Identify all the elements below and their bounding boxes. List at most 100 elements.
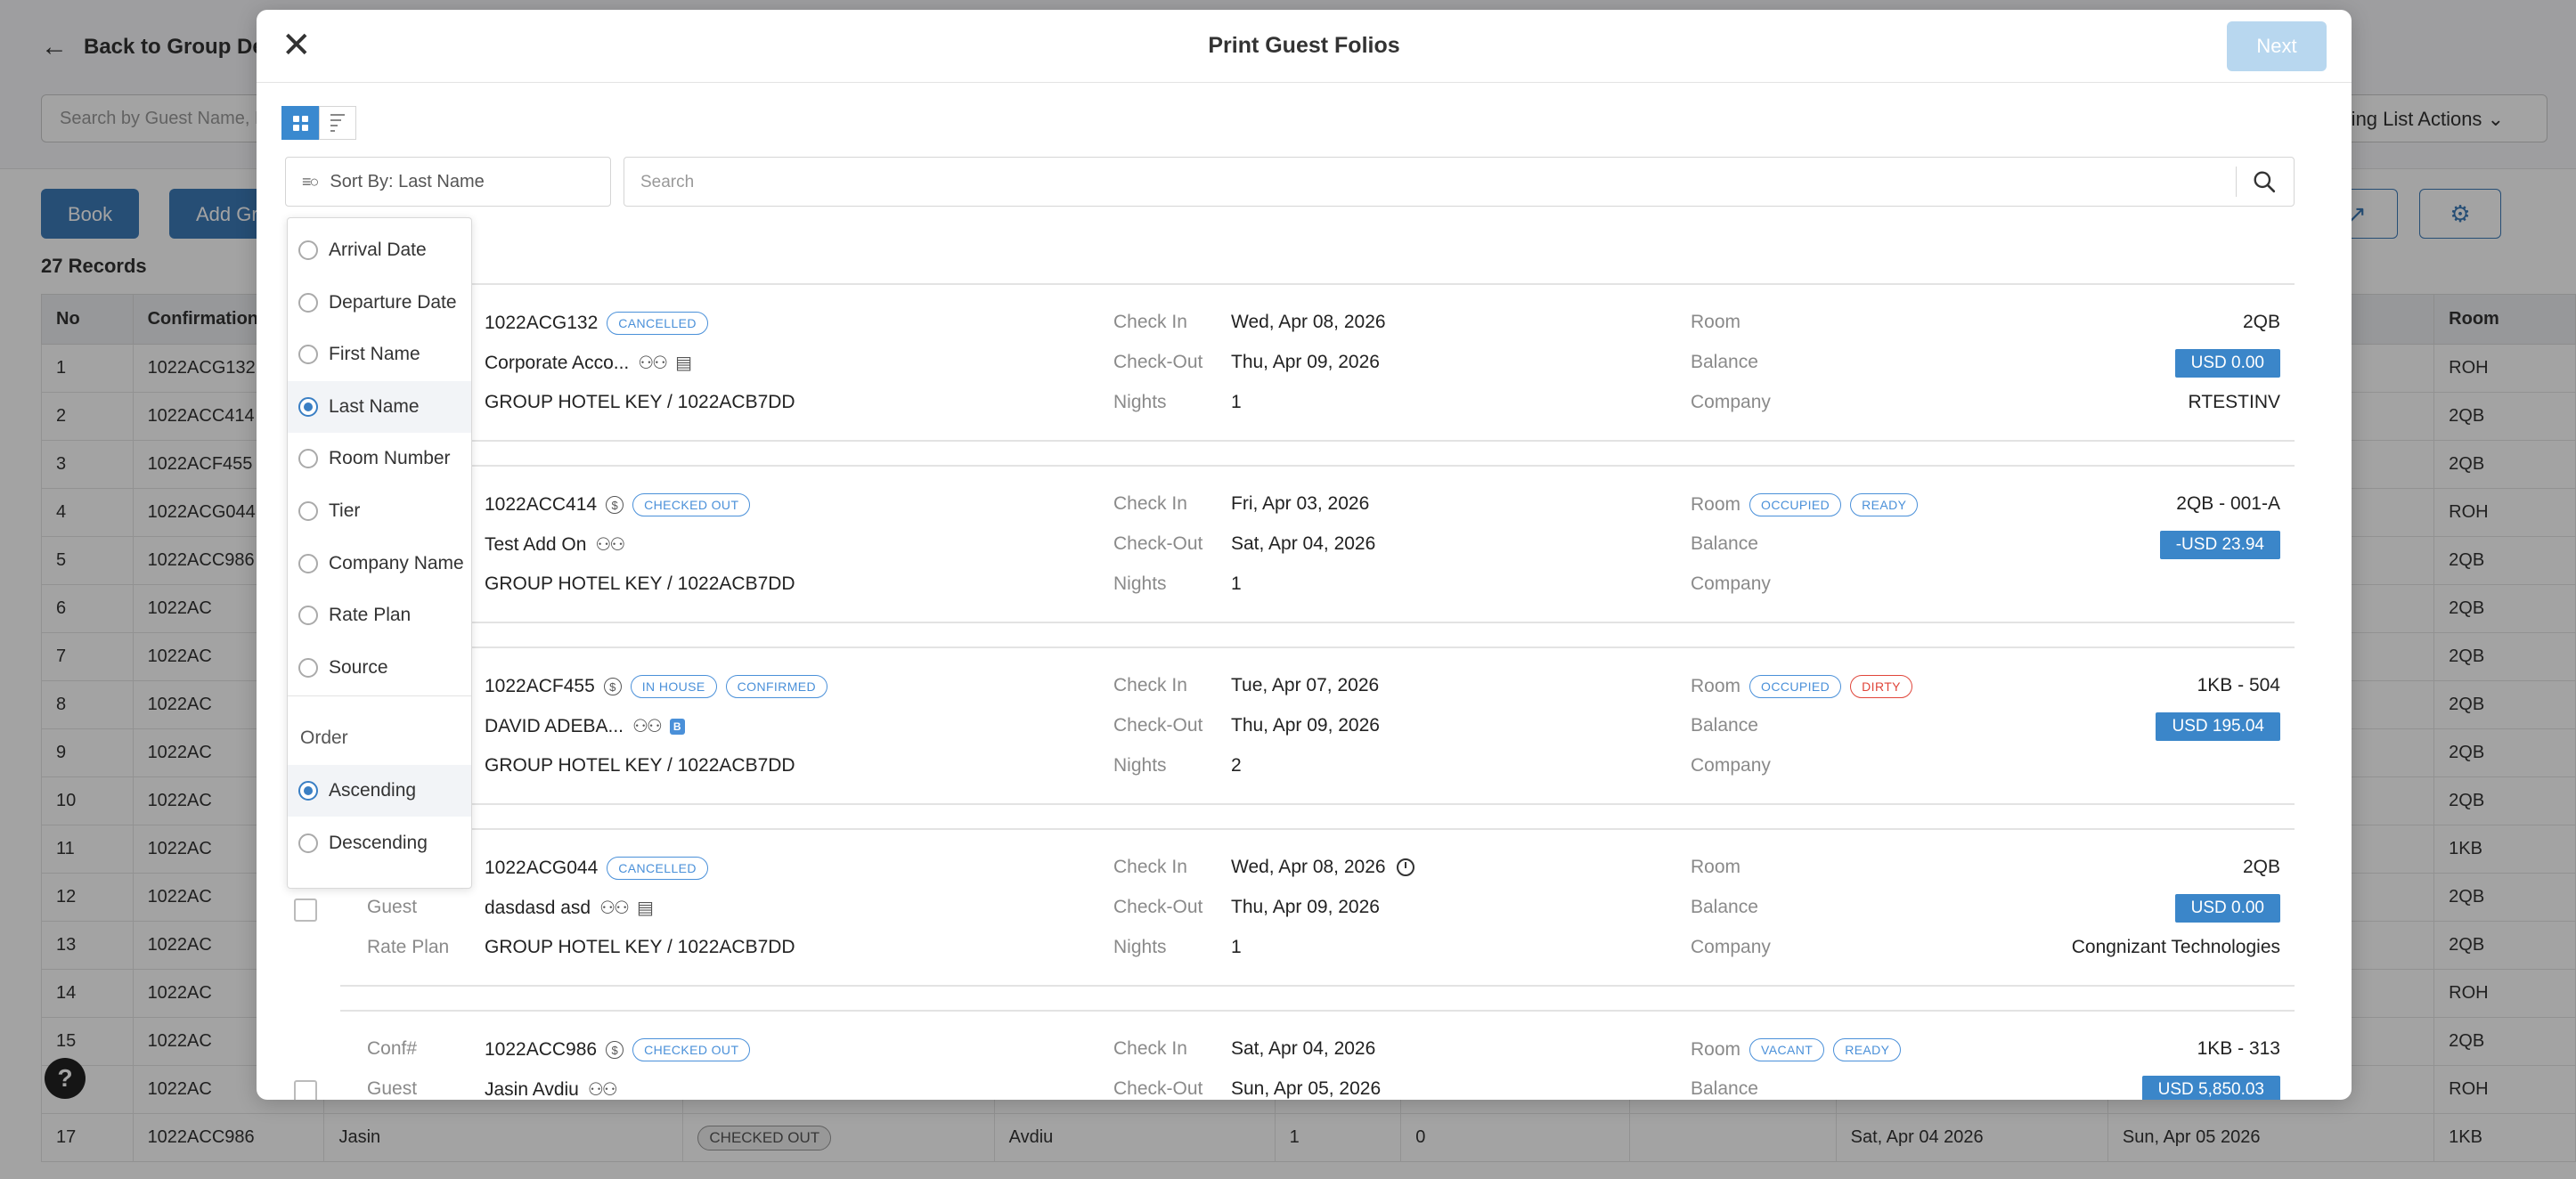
conf-number[interactable]: 1022ACC986	[485, 1039, 597, 1061]
field-label: Check-Out	[1113, 1078, 1203, 1099]
radio-button[interactable]	[298, 292, 318, 313]
clock-icon	[1396, 858, 1414, 876]
next-button[interactable]: Next	[2227, 21, 2327, 71]
radio-button[interactable]	[298, 553, 318, 573]
radio-button[interactable]	[298, 606, 318, 626]
label-text: Room	[1691, 1039, 1741, 1060]
order-option[interactable]: Ascending	[288, 765, 471, 817]
card-row: Rate PlanGROUP HOTEL KEY / 1022ACB7DDNig…	[340, 748, 2295, 788]
room-value: 2QB	[2242, 857, 2280, 877]
field-label: Nights	[1113, 573, 1167, 594]
date-value: Thu, Apr 09, 2026	[1231, 897, 1380, 917]
sort-by-select[interactable]: ≡○ Sort By: Last Name	[285, 157, 611, 207]
radio-button[interactable]	[298, 781, 318, 801]
field-label: Room OCCUPIED DIRTY	[1691, 675, 1912, 698]
sort-option[interactable]: Rate Plan	[288, 590, 471, 641]
field-value: 1022ACF455 $ IN HOUSE CONFIRMED	[485, 675, 828, 698]
conf-number[interactable]: 1022ACG132	[485, 313, 598, 334]
group-icon: ⚇⚇	[587, 1080, 618, 1100]
order-heading: Order	[300, 728, 348, 748]
field-value: GROUP HOTEL KEY / 1022ACB7DD	[485, 755, 795, 777]
grid-icon	[292, 115, 308, 131]
field-value: dasdasd asd ⚇⚇ ▤	[485, 897, 654, 919]
sort-dropdown: Arrival Date Departure Date First Name Last…	[287, 217, 472, 889]
field-value: 2	[1231, 755, 1242, 777]
sort-option-label: Rate Plan	[329, 605, 412, 626]
room-status-badge: DIRTY	[1850, 675, 1912, 698]
room-status-badge: VACANT	[1749, 1038, 1825, 1061]
label-text: Room	[1691, 312, 1741, 332]
radio-button[interactable]	[298, 833, 318, 853]
radio-button[interactable]	[298, 657, 318, 678]
room-value: 2QB	[2242, 312, 2280, 332]
balance-badge: USD 195.04	[2156, 712, 2280, 741]
field-label: Nights	[1113, 937, 1167, 957]
sort-option[interactable]: Source	[288, 642, 471, 694]
conf-number[interactable]: 1022ACG044	[485, 858, 598, 879]
label-text: Balance	[1691, 715, 1758, 736]
company-icon: ▤	[636, 898, 654, 918]
sort-option[interactable]: Last Name	[288, 380, 471, 433]
list-view-button[interactable]	[319, 106, 356, 140]
field-value: 1	[1231, 392, 1242, 413]
field-label: Check-Out	[1113, 352, 1203, 372]
group-icon: ⚇⚇	[595, 535, 625, 555]
field-label: Nights	[1113, 755, 1167, 776]
order-option-label: Ascending	[329, 780, 417, 801]
conf-number[interactable]: 1022ACF455	[485, 676, 595, 697]
sort-option-label: Tier	[329, 500, 361, 521]
field-value: Wed, Apr 08, 2026	[1231, 312, 1386, 333]
rate-plan-value: GROUP HOTEL KEY / 1022ACB7DD	[485, 392, 795, 412]
field-value: Wed, Apr 08, 2026	[1231, 857, 1414, 878]
balance-badge: USD 5,850.03	[2141, 1076, 2280, 1100]
radio-button[interactable]	[298, 396, 318, 417]
field-label: Company	[1691, 392, 1771, 413]
select-checkbox[interactable]	[294, 898, 317, 922]
dollar-icon: $	[606, 496, 624, 514]
rate-plan-value: GROUP HOTEL KEY / 1022ACB7DD	[485, 937, 795, 957]
field-label: Guest	[367, 897, 418, 917]
radio-button[interactable]	[298, 345, 318, 365]
select-checkbox[interactable]	[294, 1080, 317, 1100]
sort-option[interactable]: Arrival Date	[288, 224, 471, 276]
sort-option[interactable]: Departure Date	[288, 277, 471, 329]
date-value: Tue, Apr 07, 2026	[1231, 675, 1380, 695]
field-label: Balance	[1691, 352, 1758, 373]
radio-button[interactable]	[298, 240, 318, 260]
label-text: Balance	[1691, 897, 1758, 917]
field-label: Check-Out	[1113, 715, 1203, 736]
sort-option[interactable]: Company Name	[288, 538, 471, 590]
search-icon[interactable]	[2253, 170, 2276, 193]
company-value: Congnizant Technologies	[2071, 937, 2280, 957]
field-value: 1022ACG044 CANCELLED	[485, 857, 708, 880]
room-status-badge: READY	[1833, 1038, 1902, 1061]
order-option[interactable]: Descending	[288, 817, 471, 869]
field-label: Room VACANT READY	[1691, 1038, 1902, 1061]
field-label: Check-Out	[1113, 897, 1203, 917]
label-text: Company	[1691, 573, 1771, 594]
sort-option[interactable]: Room Number	[288, 433, 471, 484]
guest-name: Corporate Acco...	[485, 352, 630, 373]
sort-option[interactable]: Tier	[288, 485, 471, 537]
sort-option-label: Departure Date	[329, 291, 457, 313]
field-label: Balance	[1691, 715, 1758, 736]
grid-view-button[interactable]	[281, 106, 319, 140]
card-row: Rate PlanGROUP HOTEL KEY / 1022ACB7DDNig…	[340, 930, 2295, 970]
field-value: 1	[1231, 573, 1242, 595]
card-row: Guest dasdasd asd ⚇⚇ ▤ Check-Out Thu, Apr 09,…	[340, 890, 2295, 930]
field-label: Company	[1691, 755, 1771, 777]
radio-button[interactable]	[298, 449, 318, 469]
folio-search-input[interactable]: Search	[624, 157, 2295, 207]
group-icon: ⚇⚇	[599, 898, 630, 918]
card-row: Conf# 1022ACC986 $ CHECKED OUT Check In Sat, …	[340, 1031, 2295, 1071]
field-label: Balance	[1691, 533, 1758, 555]
card-row: Rate PlanGROUP HOTEL KEY / 1022ACB7DDNig…	[340, 566, 2295, 606]
radio-button[interactable]	[298, 501, 318, 521]
field-value: Corporate Acco... ⚇⚇ ▤	[485, 352, 692, 374]
conf-number[interactable]: 1022ACC414	[485, 494, 597, 516]
rate-plan-value: GROUP HOTEL KEY / 1022ACB7DD	[485, 755, 795, 776]
sort-option[interactable]: First Name	[288, 329, 471, 380]
status-badge: CHECKED OUT	[632, 493, 751, 516]
dropdown-divider	[288, 695, 471, 696]
label-text: Company	[1691, 937, 1771, 957]
